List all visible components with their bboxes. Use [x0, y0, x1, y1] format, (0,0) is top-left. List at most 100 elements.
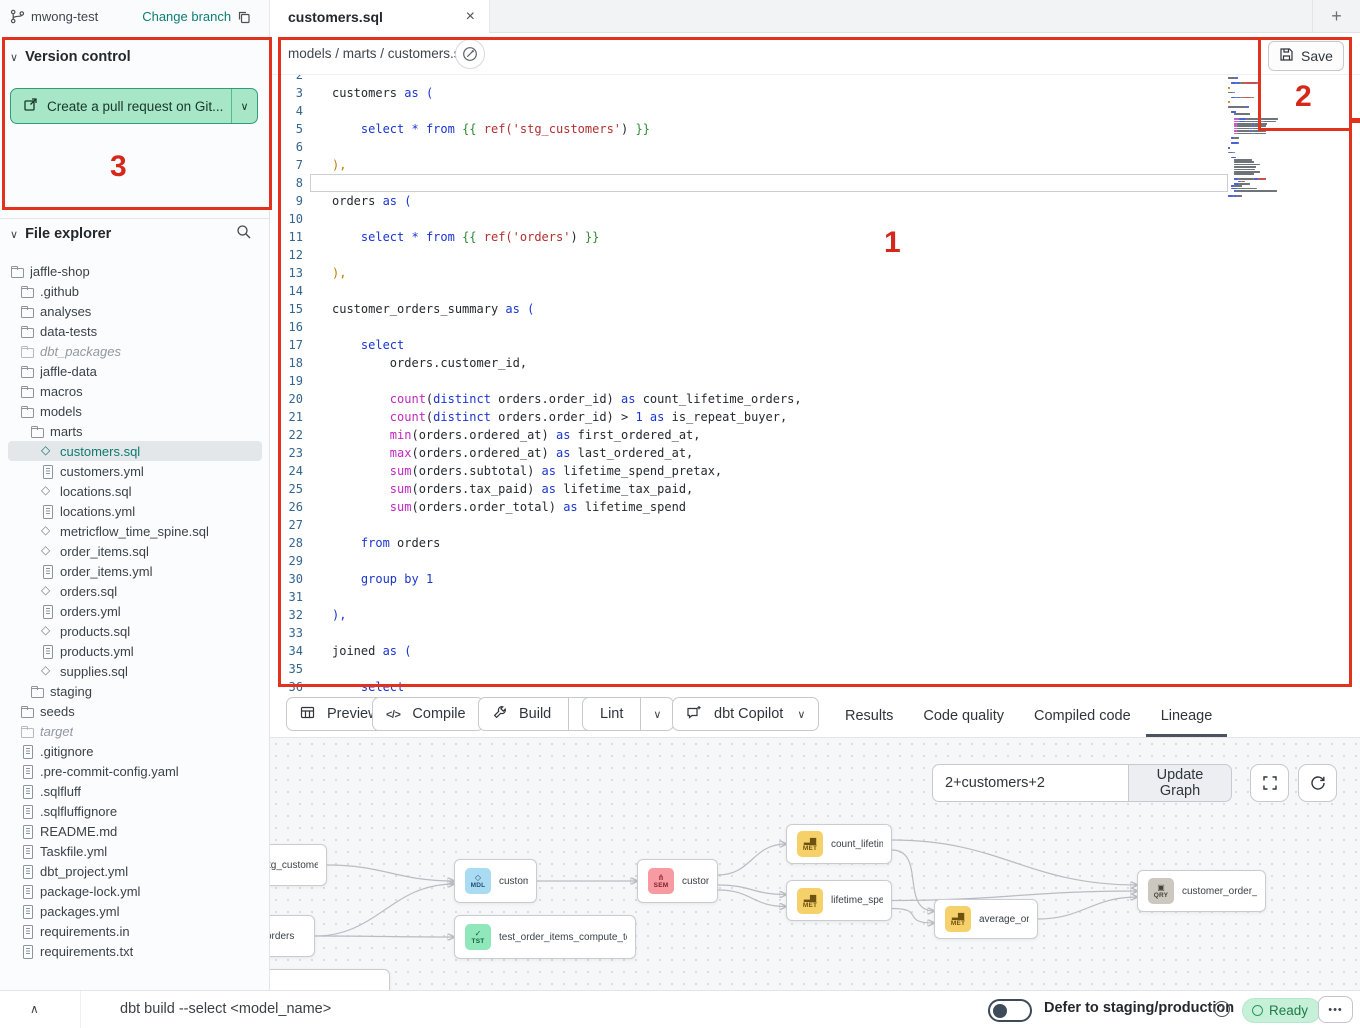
minimap[interactable] [1228, 75, 1320, 215]
lint-button[interactable]: Lint [582, 697, 674, 731]
tab-compiled-code[interactable]: Compiled code [1019, 695, 1146, 737]
pr-button-label: Create a pull request on Git... [47, 99, 223, 114]
file-tree-item-.pre-commit-config.yaml[interactable]: .pre-commit-config.yaml [8, 761, 262, 781]
file-icon [20, 824, 34, 838]
file-tree-item-package-lock.yml[interactable]: package-lock.yml [8, 881, 262, 901]
file-tree-item-staging[interactable]: staging [8, 681, 262, 701]
model-icon [40, 584, 54, 598]
lineage-node-stg_customers[interactable]: stg_customers [270, 844, 327, 886]
file-tree-item-data-tests[interactable]: data-tests [8, 321, 262, 341]
node-label: customer_order_metrics [1182, 886, 1257, 897]
file-tree-item-marts[interactable]: marts [8, 421, 262, 441]
defer-toggle[interactable] [988, 999, 1032, 1022]
code-line-11: select * from {{ ref('orders') }} [332, 228, 599, 246]
file-tree-item-macros[interactable]: macros [8, 381, 262, 401]
tab-results[interactable]: Results [830, 695, 908, 737]
lint-dropdown-chevron[interactable] [640, 698, 673, 730]
line-number: 32 [270, 606, 303, 624]
tab-customers-sql[interactable]: customers.sql [270, 0, 490, 33]
line-number: 12 [270, 246, 303, 264]
code-line-5: select * from {{ ref('stg_customers') }} [332, 120, 650, 138]
file-tree-item-target[interactable]: target [8, 721, 262, 741]
lineage-node-customers[interactable]: ⋔SEMcustomers [637, 859, 718, 903]
file-tree-item-locations.yml[interactable]: locations.yml [8, 501, 262, 521]
file-tree-item-jaffle-shop[interactable]: jaffle-shop [8, 261, 262, 281]
file-tree-item-metricflow_time_spine.sql[interactable]: metricflow_time_spine.sql [8, 521, 262, 541]
file-label: locations.yml [60, 504, 135, 519]
update-graph-button[interactable]: Update Graph [1128, 764, 1232, 802]
file-tree-item-.gitignore[interactable]: .gitignore [8, 741, 262, 761]
lineage-panel[interactable]: stg_customersorders ◇MDLcustomers ✓TSTtest… [270, 737, 1360, 990]
copy-branch-icon[interactable] [237, 10, 251, 24]
cli-command[interactable]: dbt build --select <model_name> [120, 1001, 331, 1017]
file-tree-item-analyses[interactable]: analyses [8, 301, 262, 321]
file-tree-item-.sqlfluff[interactable]: .sqlfluff [8, 781, 262, 801]
file-tree-item-orders.sql[interactable]: orders.sql [8, 581, 262, 601]
search-icon[interactable] [236, 224, 252, 240]
lineage-node-lifetime_spend_pretax[interactable]: ▂▆METlifetime_spend_pretax [786, 880, 892, 921]
lineage-node-customers[interactable]: ◇MDLcustomers [454, 859, 537, 903]
file-tree-item-models[interactable]: models [8, 401, 262, 421]
file-tree-item-order_items.sql[interactable]: order_items.sql [8, 541, 262, 561]
file-label: .pre-commit-config.yaml [40, 764, 179, 779]
file-tree-item-requirements.txt[interactable]: requirements.txt [8, 941, 262, 961]
lineage-node-orders[interactable]: orders [270, 915, 315, 957]
file-tree-item-locations.sql[interactable]: locations.sql [8, 481, 262, 501]
close-tab-icon[interactable] [466, 9, 475, 25]
file-tree-item-README.md[interactable]: README.md [8, 821, 262, 841]
file-tree-item-seeds[interactable]: seeds [8, 701, 262, 721]
file-tree-item-requirements.in[interactable]: requirements.in [8, 921, 262, 941]
lineage-node-partial[interactable] [270, 969, 390, 990]
file-tree-item-packages.yml[interactable]: packages.yml [8, 901, 262, 921]
lint-label: Lint [596, 706, 627, 722]
file-tree-item-customers.sql[interactable]: customers.sql [8, 441, 262, 461]
file-tree-item-products.sql[interactable]: products.sql [8, 621, 262, 641]
file-tree-item-dbt_packages[interactable]: dbt_packages [8, 341, 262, 361]
lineage-selector-input[interactable] [932, 764, 1128, 802]
line-number: 34 [270, 642, 303, 660]
change-branch-link[interactable]: Change branch [142, 9, 231, 24]
file-tree-item-customers.yml[interactable]: customers.yml [8, 461, 262, 481]
dbt-copilot-button[interactable]: dbt Copilot [672, 697, 819, 731]
lineage-node-count_lifetime_orders[interactable]: ▂▆METcount_lifetime_orders [786, 824, 892, 864]
file-label: orders.yml [60, 604, 121, 619]
help-icon[interactable] [1214, 1001, 1230, 1017]
create-pull-request-button[interactable]: Create a pull request on Git... [10, 88, 258, 124]
save-button[interactable]: Save [1268, 41, 1344, 71]
code-area[interactable]: 23customers as (45 select * from {{ ref(… [270, 75, 1360, 695]
tab-code-quality[interactable]: Code quality [908, 695, 1019, 737]
lineage-node-test_order_items_compute_to_bools…[interactable]: ✓TSTtest_order_items_compute_to_bools… [454, 915, 636, 959]
tab-title: customers.sql [288, 9, 466, 25]
lineage-node-average_order_value[interactable]: ▂▆METaverage_order_value [934, 899, 1038, 939]
file-icon [20, 764, 34, 778]
file-icon [40, 604, 54, 618]
file-tree-item-.sqlfluffignore[interactable]: .sqlfluffignore [8, 801, 262, 821]
file-label: data-tests [40, 324, 97, 339]
fullscreen-icon[interactable] [1250, 764, 1289, 802]
file-label: packages.yml [40, 904, 119, 919]
pr-dropdown-chevron[interactable] [231, 89, 257, 123]
compass-icon[interactable] [455, 39, 485, 69]
compile-button[interactable]: Compile [372, 697, 484, 731]
version-control-header[interactable]: Version control [10, 49, 131, 65]
file-tree-item-supplies.sql[interactable]: supplies.sql [8, 661, 262, 681]
file-tree-item-.github[interactable]: .github [8, 281, 262, 301]
file-tree-item-jaffle-data[interactable]: jaffle-data [8, 361, 262, 381]
file-explorer-header[interactable]: File explorer [10, 226, 260, 242]
file-tree: jaffle-shop.githubanalyses data-tests dbt_… [8, 261, 262, 961]
file-tree-item-products.yml[interactable]: products.yml [8, 641, 262, 661]
file-tree-item-order_items.yml[interactable]: order_items.yml [8, 561, 262, 581]
file-icon [20, 804, 34, 818]
tab-lineage[interactable]: Lineage [1146, 695, 1228, 737]
lineage-node-customer_order_metrics[interactable]: ▣QRYcustomer_order_metrics [1137, 870, 1266, 912]
line-number: 19 [270, 372, 303, 390]
new-tab-button[interactable] [1312, 0, 1360, 33]
chevron-up-icon[interactable] [30, 1002, 39, 1016]
file-label: requirements.txt [40, 944, 133, 959]
file-tree-item-dbt_project.yml[interactable]: dbt_project.yml [8, 861, 262, 881]
refresh-icon[interactable] [1298, 764, 1337, 802]
file-label: staging [50, 684, 92, 699]
more-options-button[interactable] [1318, 996, 1353, 1023]
file-tree-item-Taskfile.yml[interactable]: Taskfile.yml [8, 841, 262, 861]
file-tree-item-orders.yml[interactable]: orders.yml [8, 601, 262, 621]
